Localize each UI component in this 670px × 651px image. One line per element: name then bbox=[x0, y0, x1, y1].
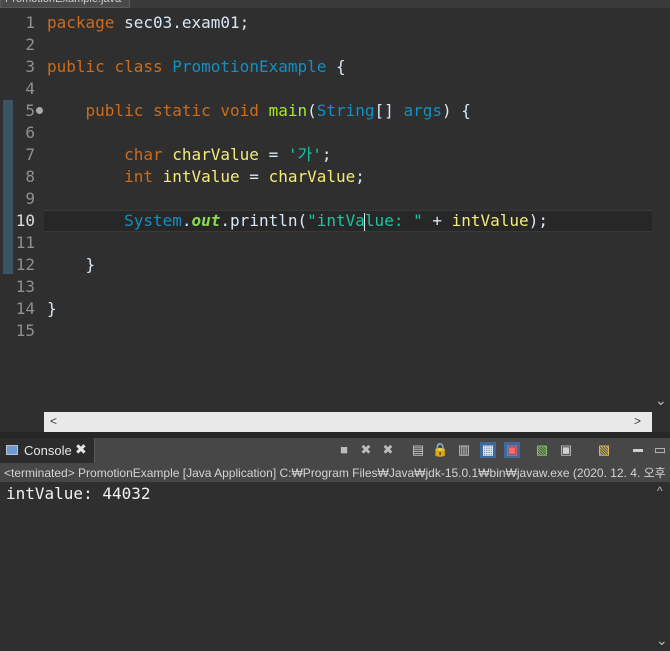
code-line-7[interactable]: char charValue = '가'; bbox=[44, 144, 652, 166]
semicolon: ; bbox=[321, 145, 332, 164]
line-number: 13 bbox=[15, 277, 35, 296]
operator: + bbox=[422, 211, 452, 230]
remove-launch-icon[interactable]: ✖ bbox=[358, 442, 374, 458]
console-tab[interactable]: Console ✖ bbox=[0, 438, 95, 463]
remove-all-launches-icon[interactable]: ✖ bbox=[380, 442, 396, 458]
code-line-8[interactable]: int intValue = charValue; bbox=[44, 166, 652, 188]
code-editor[interactable]: 1 2 3 4 5 6 7 8 9 10 11 12 13 14 15 pack… bbox=[0, 8, 670, 432]
terminate-icon[interactable]: ■ bbox=[336, 442, 352, 458]
method-name: println bbox=[230, 211, 298, 230]
console-tab-label: Console bbox=[24, 443, 72, 458]
clear-console-icon[interactable]: ▤ bbox=[410, 442, 426, 458]
editor-tab-strip: PromotionExample.java bbox=[0, 0, 670, 8]
operator: = bbox=[239, 167, 269, 186]
line-number-current: 10 bbox=[15, 211, 35, 230]
console-vertical-scrollbar[interactable]: ^ ⌄ bbox=[652, 482, 670, 651]
class-name: PromotionExample bbox=[172, 57, 327, 76]
brace: { bbox=[326, 57, 346, 76]
paren-semicolon: ); bbox=[528, 211, 548, 230]
line-number: 6 bbox=[25, 123, 35, 142]
console-output-text: intValue: 44032 bbox=[6, 484, 151, 503]
class-name: System bbox=[124, 211, 182, 230]
brace: } bbox=[85, 255, 96, 274]
scrollbar-corner bbox=[652, 412, 670, 432]
line-number: 15 bbox=[15, 321, 35, 340]
editor-vertical-scrollbar[interactable]: ⌄ bbox=[652, 8, 670, 412]
dot: . bbox=[181, 211, 192, 230]
keyword: public bbox=[85, 101, 144, 120]
console-output-area[interactable]: intValue: 44032 ^ ⌄ bbox=[0, 482, 670, 651]
editor-tab[interactable]: PromotionExample.java bbox=[0, 0, 131, 8]
variable-name: charValue bbox=[172, 145, 259, 164]
line-number: 1 bbox=[25, 13, 35, 32]
keyword: void bbox=[220, 101, 259, 120]
char-literal: '가' bbox=[287, 145, 322, 164]
variable-ref: intValue bbox=[451, 211, 529, 230]
keyword: public bbox=[47, 57, 105, 76]
close-icon[interactable]: ✖ bbox=[75, 441, 87, 458]
keyword: char bbox=[124, 145, 163, 164]
brackets: [] bbox=[374, 101, 404, 120]
static-field: out bbox=[191, 211, 221, 230]
scroll-down-arrow-icon[interactable]: ⌄ bbox=[656, 632, 668, 649]
code-line-3[interactable]: public class PromotionExample { bbox=[44, 56, 652, 78]
paren: ( bbox=[297, 211, 308, 230]
code-line-14[interactable]: } bbox=[44, 298, 652, 320]
code-area[interactable]: package sec03.exam01; public class Promo… bbox=[44, 8, 652, 412]
paren-brace: ) { bbox=[441, 101, 471, 120]
operator: = bbox=[258, 145, 288, 164]
line-number: 5 bbox=[25, 101, 35, 120]
open-console-icon[interactable]: ▧ bbox=[596, 442, 612, 458]
line-number: 9 bbox=[25, 189, 35, 208]
console-icon bbox=[6, 445, 18, 455]
code-line-12[interactable]: } bbox=[44, 254, 652, 276]
variable-name: intValue bbox=[162, 167, 240, 186]
line-number: 7 bbox=[25, 145, 35, 164]
semicolon: ; bbox=[355, 167, 365, 186]
parameter-name: args bbox=[403, 101, 442, 120]
keyword: static bbox=[152, 101, 211, 120]
show-console-on-output-icon[interactable]: ▦ bbox=[480, 442, 496, 458]
console-toolbar: Console ✖ ■ ✖ ✖ ▤ 🔒 ▥ ▦ ▣ ▧ ▣ ▧ ▬ ▭ bbox=[0, 438, 670, 465]
keyword: int bbox=[124, 167, 153, 186]
scroll-lock-icon[interactable]: 🔒 bbox=[432, 442, 448, 458]
scroll-right-arrow-icon[interactable]: > bbox=[634, 414, 641, 428]
scroll-up-arrow-icon[interactable]: ^ bbox=[657, 484, 663, 498]
line-number: 8 bbox=[25, 167, 35, 186]
run-marker-icon[interactable] bbox=[36, 107, 43, 114]
line-number-gutter: 1 2 3 4 5 6 7 8 9 10 11 12 13 14 15 bbox=[0, 8, 44, 412]
scroll-down-arrow-icon[interactable]: ⌄ bbox=[655, 392, 667, 409]
keyword: class bbox=[114, 57, 163, 76]
line-number: 11 bbox=[15, 233, 35, 252]
line-number: 12 bbox=[15, 255, 35, 274]
line-number: 14 bbox=[15, 299, 35, 318]
package-name: sec03.exam01; bbox=[114, 13, 250, 32]
code-line-1[interactable]: package sec03.exam01; bbox=[44, 12, 652, 34]
line-number: 3 bbox=[25, 57, 35, 76]
scroll-left-arrow-icon[interactable]: < bbox=[50, 414, 57, 428]
paren: ( bbox=[307, 101, 317, 120]
word-wrap-icon[interactable]: ▥ bbox=[456, 442, 472, 458]
console-status-line: <terminated> PromotionExample [Java Appl… bbox=[0, 464, 670, 482]
minimize-icon[interactable]: ▬ bbox=[630, 442, 646, 458]
method-name: main bbox=[268, 101, 308, 120]
brace: } bbox=[47, 299, 57, 318]
editor-horizontal-scrollbar[interactable]: < > bbox=[44, 412, 652, 432]
dot: . bbox=[220, 211, 231, 230]
line-number: 4 bbox=[25, 79, 35, 98]
display-selected-console-icon[interactable]: ▣ bbox=[558, 442, 574, 458]
show-console-on-error-icon[interactable]: ▣ bbox=[504, 442, 520, 458]
keyword: package bbox=[47, 13, 115, 32]
change-ruler bbox=[3, 100, 13, 274]
code-line-5[interactable]: public static void main(String[] args) { bbox=[44, 100, 652, 122]
type-name: String bbox=[316, 101, 375, 120]
maximize-icon[interactable]: ▭ bbox=[652, 442, 668, 458]
line-number: 2 bbox=[25, 35, 35, 54]
code-line-10-current[interactable]: System.out.println("intValue: " + intVal… bbox=[44, 210, 652, 232]
string-literal-part: lue: " bbox=[364, 211, 423, 230]
variable-ref: charValue bbox=[268, 167, 356, 186]
pin-console-icon[interactable]: ▧ bbox=[534, 442, 550, 458]
string-literal-part: "intVa bbox=[307, 211, 365, 230]
